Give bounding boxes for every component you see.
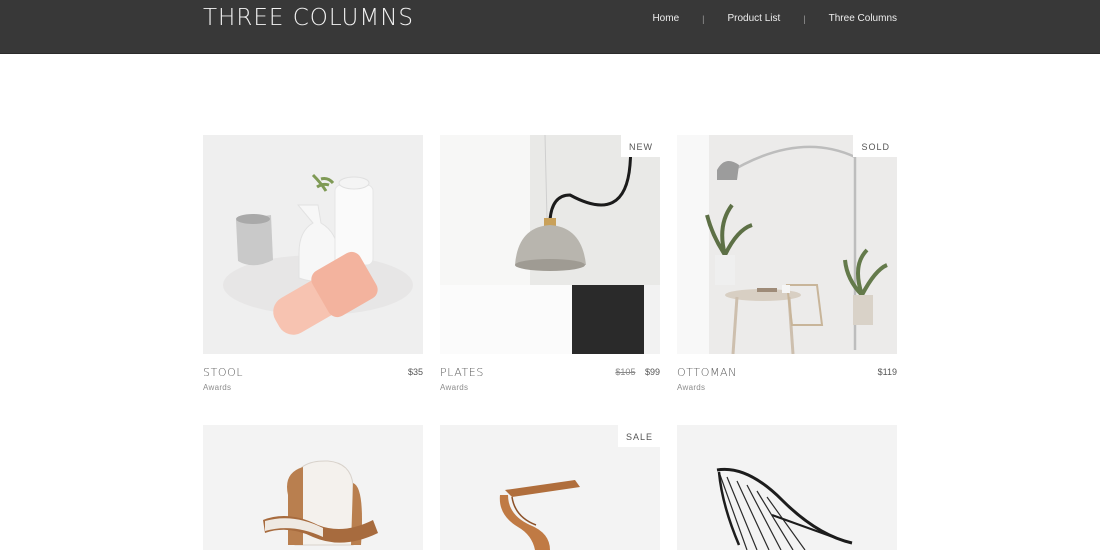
product-image[interactable]: NEW: [440, 135, 660, 354]
product-name[interactable]: STOOL: [203, 366, 243, 379]
price-value: $35: [407, 367, 423, 377]
product-card[interactable]: [203, 425, 423, 550]
page-title: THREE COLUMNS: [203, 5, 415, 31]
product-image[interactable]: SOLD: [677, 135, 897, 354]
nav-link-home[interactable]: Home: [652, 13, 679, 24]
old-price-value: $105: [615, 367, 636, 377]
product-card[interactable]: NEW PLATES $105 $99 Awards: [440, 135, 660, 406]
main-nav: Home | Product List | Three Columns: [652, 13, 897, 24]
nav-separator: |: [702, 13, 705, 24]
nav-separator: |: [803, 13, 806, 24]
dining-room-image: [677, 135, 897, 354]
wire-chair-image: [677, 425, 897, 550]
product-card[interactable]: STOOL $35 Awards: [203, 135, 423, 406]
product-card[interactable]: [677, 425, 897, 550]
status-badge: SOLD: [853, 135, 897, 157]
product-category[interactable]: Awards: [677, 383, 705, 392]
price-value: $99: [644, 367, 660, 377]
price-value: $119: [877, 367, 897, 377]
product-image[interactable]: [203, 425, 423, 550]
nav-link-product-list[interactable]: Product List: [727, 13, 780, 24]
product-image[interactable]: [677, 425, 897, 550]
vases-image: [203, 135, 423, 354]
site-header: THREE COLUMNS Home | Product List | Thre…: [0, 0, 1100, 54]
product-name[interactable]: OTTOMAN: [677, 366, 737, 379]
product-category[interactable]: Awards: [203, 383, 231, 392]
pendant-lamp-image: [440, 135, 660, 354]
product-name[interactable]: PLATES: [440, 366, 484, 379]
product-price: $119: [878, 367, 897, 377]
product-image[interactable]: [203, 135, 423, 354]
product-price: $35: [408, 367, 423, 377]
product-card[interactable]: SALE: [440, 425, 660, 550]
product-price: $105 $99: [615, 367, 660, 377]
nav-link-three-columns[interactable]: Three Columns: [829, 13, 897, 24]
status-badge: NEW: [621, 135, 660, 157]
status-badge: SALE: [617, 425, 660, 447]
product-image[interactable]: SALE: [440, 425, 660, 550]
product-category[interactable]: Awards: [440, 383, 468, 392]
product-card[interactable]: SOLD OTTOMAN $119 Awards: [677, 135, 897, 406]
shell-chair-image: [203, 425, 423, 550]
